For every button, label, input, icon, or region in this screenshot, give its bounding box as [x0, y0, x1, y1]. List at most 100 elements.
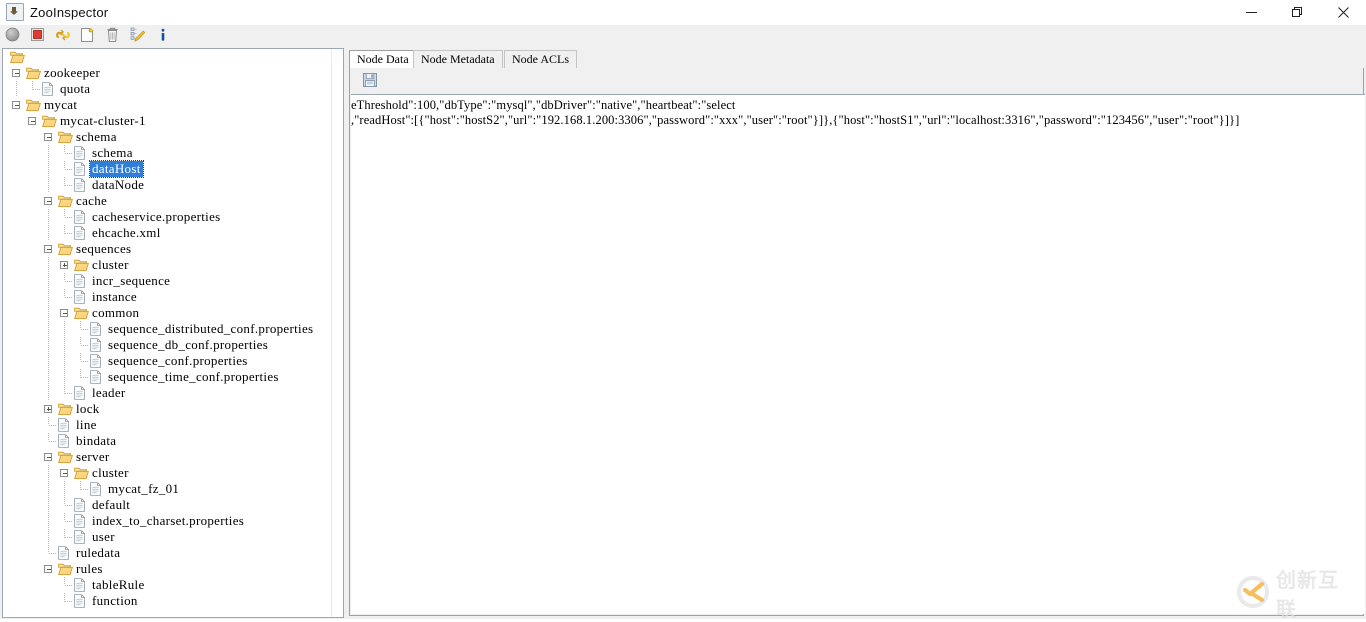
tree-node-ehcache.xml[interactable]: ehcache.xml	[3, 225, 334, 241]
tab-node-data[interactable]: Node Data	[349, 50, 417, 69]
tree-node-label: leader	[92, 385, 126, 400]
tree-guide	[9, 81, 25, 97]
tab-node-acls[interactable]: Node ACLs	[504, 50, 577, 69]
tree-collapse-toggle[interactable]	[41, 241, 57, 257]
tree-node-sequence_distributed_conf.properties[interactable]: sequence_distributed_conf.properties	[3, 321, 334, 337]
tree-collapse-toggle[interactable]	[41, 561, 57, 577]
tree-node-label: sequence_distributed_conf.properties	[108, 321, 314, 336]
folder-icon	[73, 465, 90, 481]
folder-icon	[73, 305, 90, 321]
tree-collapse-toggle[interactable]	[25, 113, 41, 129]
tree-collapse-toggle[interactable]	[41, 193, 57, 209]
tree-guide	[41, 145, 57, 161]
tree-collapse-toggle[interactable]	[57, 465, 73, 481]
tree-node-line[interactable]: line	[3, 417, 334, 433]
tree-node-ruledata[interactable]: ruledata	[3, 545, 334, 561]
folder-icon	[57, 449, 74, 465]
tree-expand-toggle[interactable]	[57, 257, 73, 273]
tree-collapse-toggle[interactable]	[9, 65, 25, 81]
tree-guide	[41, 369, 57, 385]
file-icon	[89, 369, 106, 385]
tree-collapse-toggle[interactable]	[41, 449, 57, 465]
tree-node-schema[interactable]: schema	[3, 145, 334, 161]
add-node-button[interactable]	[75, 25, 100, 47]
tree-guide	[41, 161, 57, 177]
tree-node-label: zookeeper	[44, 65, 101, 80]
tree-node-mycat-cluster-1[interactable]: mycat-cluster-1	[3, 113, 334, 129]
tree-guide	[57, 369, 73, 385]
tree-node-label: function	[92, 593, 138, 608]
tree-node-sequence_conf.properties[interactable]: sequence_conf.properties	[3, 353, 334, 369]
tree-node-incr_sequence[interactable]: incr_sequence	[3, 273, 334, 289]
file-icon	[73, 497, 90, 513]
tree-connector	[57, 161, 73, 177]
tree-connector	[57, 529, 73, 545]
tree-node-sequence_db_conf.properties[interactable]: sequence_db_conf.properties	[3, 337, 334, 353]
connect-button[interactable]	[0, 25, 25, 47]
tree-connector	[73, 481, 89, 497]
tree-node-label: incr_sequence	[92, 273, 171, 288]
tree-node-user[interactable]: user	[3, 529, 334, 545]
minimize-button[interactable]	[1228, 0, 1274, 24]
folder-icon	[57, 401, 74, 417]
yellow-link-refresh-icon	[55, 27, 71, 46]
edit-node-button[interactable]	[125, 25, 150, 47]
tree-node-default[interactable]: default	[3, 497, 334, 513]
tree-node-leader[interactable]: leader	[3, 385, 334, 401]
tree-expand-toggle[interactable]	[41, 401, 57, 417]
tree-node-datahost[interactable]: dataHost	[3, 160, 334, 178]
tree-guide	[57, 337, 73, 353]
tree-node-label: cache	[76, 193, 108, 208]
tree-node-sequence_time_conf.properties[interactable]: sequence_time_conf.properties	[3, 369, 334, 385]
tree-guide	[41, 465, 57, 481]
tree-guide	[41, 337, 57, 353]
file-icon	[57, 433, 74, 449]
tree-node-cluster[interactable]: cluster	[3, 465, 334, 481]
tree-node-schema[interactable]: schema	[3, 129, 334, 145]
tree-connector	[57, 289, 73, 305]
tree-node-mycat_fz_01[interactable]: mycat_fz_01	[3, 481, 334, 497]
tree-node-function[interactable]: function	[3, 593, 334, 609]
app-icon	[6, 3, 24, 21]
tree-connector	[57, 593, 73, 609]
tree-vertical-scrollbar[interactable]	[331, 49, 343, 617]
edit-tree-pencil-icon	[130, 27, 146, 46]
about-button[interactable]	[150, 25, 175, 47]
tree-node-datanode[interactable]: dataNode	[3, 177, 334, 193]
tree-node-lock[interactable]: lock	[3, 401, 334, 417]
node-data-text-area[interactable]: eThreshold":100,"dbType":"mysql","dbDriv…	[351, 94, 1365, 614]
tree-node-label: sequence_conf.properties	[108, 353, 248, 368]
tree-node-mycat[interactable]: mycat	[3, 97, 334, 113]
tree-node-rules[interactable]: rules	[3, 561, 334, 577]
tree-node-zookeeper[interactable]: zookeeper	[3, 65, 334, 81]
tree-node-instance[interactable]: instance	[3, 289, 334, 305]
tab-node-metadata[interactable]: Node Metadata	[413, 50, 503, 69]
tree-node-cache[interactable]: cache	[3, 193, 334, 209]
tree-node-tablerule[interactable]: tableRule	[3, 577, 334, 593]
tree-collapse-toggle[interactable]	[9, 97, 25, 113]
tree-node-root[interactable]	[3, 49, 334, 65]
tree-node-quota[interactable]: quota	[3, 81, 334, 97]
tree-node-label: dataHost	[89, 160, 144, 178]
tree-node-bindata[interactable]: bindata	[3, 433, 334, 449]
gray-circle-icon	[5, 27, 20, 45]
tree-node-cacheservice.properties[interactable]: cacheservice.properties	[3, 209, 334, 225]
folder-icon	[57, 193, 74, 209]
disconnect-button[interactable]	[25, 25, 50, 47]
tree-node-common[interactable]: common	[3, 305, 334, 321]
zookeeper-node-tree[interactable]: zookeeper quota mycat mycat-cluster-1 schema…	[3, 49, 334, 617]
tree-collapse-toggle[interactable]	[41, 129, 57, 145]
tree-connector	[57, 177, 73, 193]
tree-node-label: sequence_db_conf.properties	[108, 337, 269, 352]
delete-node-button[interactable]	[100, 25, 125, 47]
save-node-data-button[interactable]	[357, 70, 383, 92]
tree-collapse-toggle[interactable]	[57, 305, 73, 321]
tree-node-sequences[interactable]: sequences	[3, 241, 334, 257]
tree-node-index_to_charset.properties[interactable]: index_to_charset.properties	[3, 513, 334, 529]
window-controls	[1228, 0, 1366, 24]
restore-button[interactable]	[1274, 0, 1320, 24]
tree-node-cluster[interactable]: cluster	[3, 257, 334, 273]
close-button[interactable]	[1320, 0, 1366, 24]
tree-node-server[interactable]: server	[3, 449, 334, 465]
refresh-button[interactable]	[50, 25, 75, 47]
